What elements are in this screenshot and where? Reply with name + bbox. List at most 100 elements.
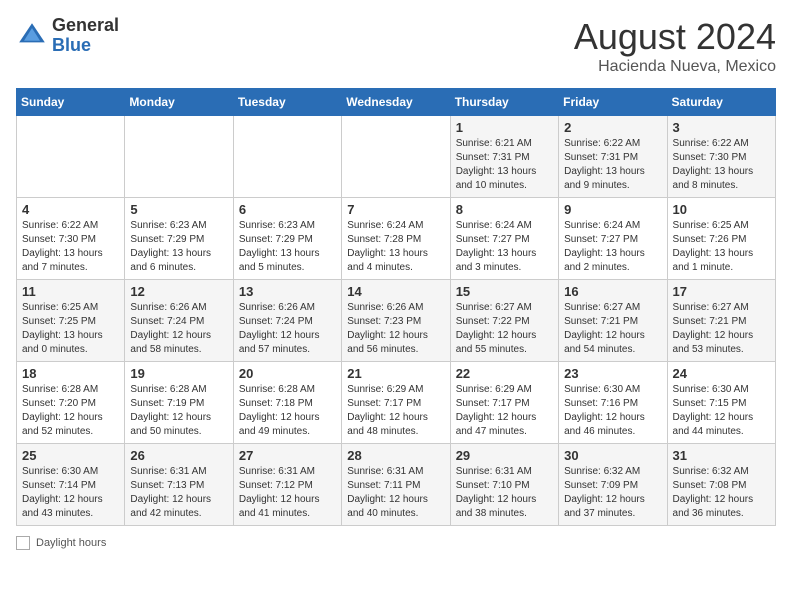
- day-number: 19: [130, 366, 227, 381]
- table-row: 3Sunrise: 6:22 AM Sunset: 7:30 PM Daylig…: [667, 116, 775, 198]
- table-row: 25Sunrise: 6:30 AM Sunset: 7:14 PM Dayli…: [17, 444, 125, 526]
- day-number: 20: [239, 366, 336, 381]
- table-row: 16 Sunrise: 6:27 AM Sunset: 7:21 PM Dayli…: [559, 280, 667, 362]
- day-number: 3: [673, 120, 770, 135]
- table-row: 22 Sunrise: 6:29 AM Sunset: 7:17 PM Dayli…: [450, 362, 558, 444]
- day-info: Sunrise: 6:21 AM Sunset: 7:31 PM Dayligh…: [456, 137, 553, 193]
- day-number: 10: [673, 202, 770, 217]
- day-info: Sunrise: 6:22 AM Sunset: 7:31 PM Dayligh…: [564, 137, 661, 193]
- day-number: 30: [564, 448, 661, 463]
- day-number: 27: [239, 448, 336, 463]
- table-row: 15 Sunrise: 6:27 AM Sunset: 7:22 PM Dayli…: [450, 280, 558, 362]
- day-info: Sunrise: 6:31 AM Sunset: 7:10 PM Dayligh…: [456, 465, 553, 521]
- day-info: Sunrise: 6:26 AM Sunset: 7:24 PM Dayligh…: [239, 301, 336, 357]
- header-friday: Friday: [559, 89, 667, 116]
- calendar-week-1: 1 Sunrise: 6:21 AM Sunset: 7:31 PM Daylig…: [17, 116, 776, 198]
- table-row: [233, 116, 341, 198]
- table-row: 14 Sunrise: 6:26 AM Sunset: 7:23 PM Dayli…: [342, 280, 450, 362]
- table-row: 30 Sunrise: 6:32 AM Sunset: 7:09 PM Dayli…: [559, 444, 667, 526]
- table-row: 4Sunrise: 6:22 AM Sunset: 7:30 PM Daylig…: [17, 198, 125, 280]
- day-number: 22: [456, 366, 553, 381]
- calendar-header-row: Sunday Monday Tuesday Wednesday Thursday…: [17, 89, 776, 116]
- day-info: Sunrise: 6:32 AM Sunset: 7:09 PM Dayligh…: [564, 465, 661, 521]
- day-number: 1: [456, 120, 553, 135]
- day-number: 12: [130, 284, 227, 299]
- day-info: Sunrise: 6:31 AM Sunset: 7:12 PM Dayligh…: [239, 465, 336, 521]
- logo: General Blue: [16, 16, 119, 56]
- table-row: 19 Sunrise: 6:28 AM Sunset: 7:19 PM Dayli…: [125, 362, 233, 444]
- table-row: [342, 116, 450, 198]
- logo-icon: [16, 20, 48, 52]
- calendar-week-5: 25Sunrise: 6:30 AM Sunset: 7:14 PM Dayli…: [17, 444, 776, 526]
- table-row: 5Sunrise: 6:23 AM Sunset: 7:29 PM Daylig…: [125, 198, 233, 280]
- table-row: 29Sunrise: 6:31 AM Sunset: 7:10 PM Dayli…: [450, 444, 558, 526]
- day-info: Sunrise: 6:25 AM Sunset: 7:26 PM Dayligh…: [673, 219, 770, 275]
- header-wednesday: Wednesday: [342, 89, 450, 116]
- day-number: 8: [456, 202, 553, 217]
- day-info: Sunrise: 6:31 AM Sunset: 7:11 PM Dayligh…: [347, 465, 444, 521]
- table-row: 20 Sunrise: 6:28 AM Sunset: 7:18 PM Dayli…: [233, 362, 341, 444]
- table-row: 1 Sunrise: 6:21 AM Sunset: 7:31 PM Daylig…: [450, 116, 558, 198]
- day-number: 7: [347, 202, 444, 217]
- table-row: 21 Sunrise: 6:29 AM Sunset: 7:17 PM Dayli…: [342, 362, 450, 444]
- header-tuesday: Tuesday: [233, 89, 341, 116]
- table-row: 9Sunrise: 6:24 AM Sunset: 7:27 PM Daylig…: [559, 198, 667, 280]
- day-number: 18: [22, 366, 119, 381]
- day-info: Sunrise: 6:30 AM Sunset: 7:16 PM Dayligh…: [564, 383, 661, 439]
- table-row: 27 Sunrise: 6:31 AM Sunset: 7:12 PM Dayli…: [233, 444, 341, 526]
- table-row: 18 Sunrise: 6:28 AM Sunset: 7:20 PM Dayli…: [17, 362, 125, 444]
- footer-label: Daylight hours: [36, 537, 106, 549]
- calendar-week-4: 18 Sunrise: 6:28 AM Sunset: 7:20 PM Dayli…: [17, 362, 776, 444]
- day-info: Sunrise: 6:30 AM Sunset: 7:15 PM Dayligh…: [673, 383, 770, 439]
- logo-blue-text: Blue: [52, 36, 119, 56]
- table-row: 2 Sunrise: 6:22 AM Sunset: 7:31 PM Daylig…: [559, 116, 667, 198]
- table-row: 6Sunrise: 6:23 AM Sunset: 7:29 PM Daylig…: [233, 198, 341, 280]
- day-number: 2: [564, 120, 661, 135]
- table-row: 31Sunrise: 6:32 AM Sunset: 7:08 PM Dayli…: [667, 444, 775, 526]
- day-number: 14: [347, 284, 444, 299]
- day-number: 15: [456, 284, 553, 299]
- calendar-week-2: 4Sunrise: 6:22 AM Sunset: 7:30 PM Daylig…: [17, 198, 776, 280]
- day-info: Sunrise: 6:26 AM Sunset: 7:23 PM Dayligh…: [347, 301, 444, 357]
- calendar-week-3: 11 Sunrise: 6:25 AM Sunset: 7:25 PM Dayli…: [17, 280, 776, 362]
- day-info: Sunrise: 6:28 AM Sunset: 7:20 PM Dayligh…: [22, 383, 119, 439]
- day-info: Sunrise: 6:24 AM Sunset: 7:28 PM Dayligh…: [347, 219, 444, 275]
- day-number: 28: [347, 448, 444, 463]
- day-info: Sunrise: 6:27 AM Sunset: 7:21 PM Dayligh…: [673, 301, 770, 357]
- day-number: 23: [564, 366, 661, 381]
- day-number: 21: [347, 366, 444, 381]
- table-row: 12 Sunrise: 6:26 AM Sunset: 7:24 PM Dayli…: [125, 280, 233, 362]
- day-number: 11: [22, 284, 119, 299]
- day-number: 6: [239, 202, 336, 217]
- day-info: Sunrise: 6:28 AM Sunset: 7:19 PM Dayligh…: [130, 383, 227, 439]
- title-block: August 2024 Hacienda Nueva, Mexico: [574, 16, 776, 76]
- day-number: 25: [22, 448, 119, 463]
- day-info: Sunrise: 6:29 AM Sunset: 7:17 PM Dayligh…: [347, 383, 444, 439]
- day-info: Sunrise: 6:27 AM Sunset: 7:21 PM Dayligh…: [564, 301, 661, 357]
- footer: Daylight hours: [16, 536, 776, 550]
- day-info: Sunrise: 6:26 AM Sunset: 7:24 PM Dayligh…: [130, 301, 227, 357]
- header-monday: Monday: [125, 89, 233, 116]
- table-row: 10 Sunrise: 6:25 AM Sunset: 7:26 PM Dayli…: [667, 198, 775, 280]
- header-sunday: Sunday: [17, 89, 125, 116]
- day-info: Sunrise: 6:22 AM Sunset: 7:30 PM Dayligh…: [22, 219, 119, 275]
- calendar-table: Sunday Monday Tuesday Wednesday Thursday…: [16, 88, 776, 526]
- logo-general-text: General: [52, 16, 119, 36]
- month-title: August 2024: [574, 16, 776, 58]
- day-info: Sunrise: 6:31 AM Sunset: 7:13 PM Dayligh…: [130, 465, 227, 521]
- day-number: 16: [564, 284, 661, 299]
- day-number: 13: [239, 284, 336, 299]
- table-row: 28 Sunrise: 6:31 AM Sunset: 7:11 PM Dayli…: [342, 444, 450, 526]
- table-row: 26Sunrise: 6:31 AM Sunset: 7:13 PM Dayli…: [125, 444, 233, 526]
- header-saturday: Saturday: [667, 89, 775, 116]
- day-info: Sunrise: 6:28 AM Sunset: 7:18 PM Dayligh…: [239, 383, 336, 439]
- day-info: Sunrise: 6:24 AM Sunset: 7:27 PM Dayligh…: [456, 219, 553, 275]
- header-thursday: Thursday: [450, 89, 558, 116]
- day-info: Sunrise: 6:23 AM Sunset: 7:29 PM Dayligh…: [130, 219, 227, 275]
- day-info: Sunrise: 6:25 AM Sunset: 7:25 PM Dayligh…: [22, 301, 119, 357]
- day-info: Sunrise: 6:29 AM Sunset: 7:17 PM Dayligh…: [456, 383, 553, 439]
- day-number: 17: [673, 284, 770, 299]
- day-info: Sunrise: 6:32 AM Sunset: 7:08 PM Dayligh…: [673, 465, 770, 521]
- day-info: Sunrise: 6:27 AM Sunset: 7:22 PM Dayligh…: [456, 301, 553, 357]
- table-row: [17, 116, 125, 198]
